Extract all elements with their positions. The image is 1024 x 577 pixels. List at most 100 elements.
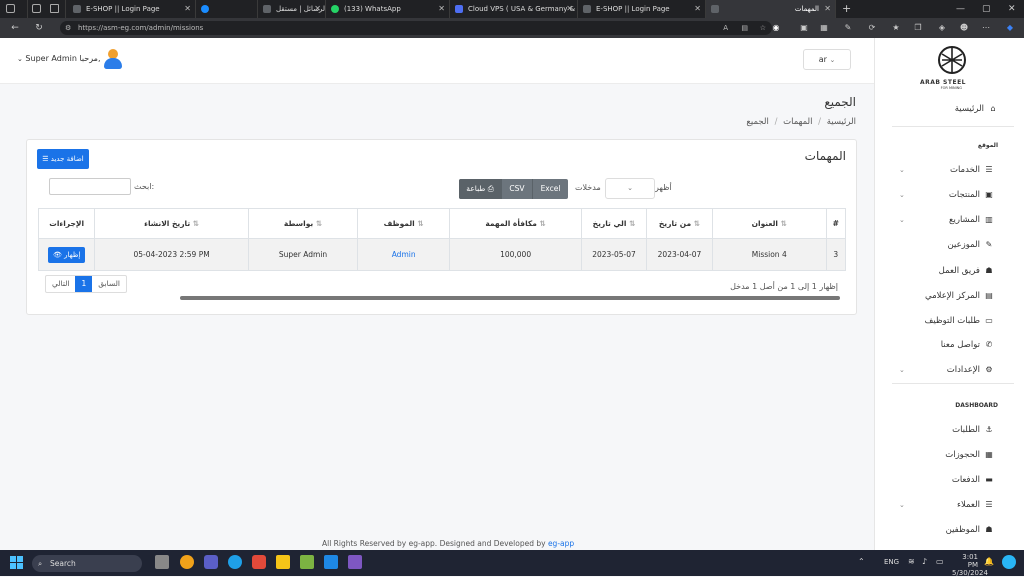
volume-icon[interactable]: ♪ bbox=[922, 557, 927, 566]
maximize-icon[interactable]: ▢ bbox=[982, 0, 991, 18]
tab-actions[interactable] bbox=[28, 0, 66, 18]
pagination-prev[interactable]: السابق bbox=[92, 276, 126, 292]
chevron-down-icon[interactable]: ⌄ bbox=[899, 191, 905, 199]
sidebar-item-staff[interactable]: ☗ الموظفين bbox=[946, 525, 994, 535]
collections-icon[interactable]: ❐ bbox=[912, 22, 924, 34]
footer-link[interactable]: eg-app bbox=[548, 539, 574, 548]
read-aloud-icon[interactable]: A bbox=[723, 21, 728, 35]
clock[interactable]: 3:01 PM 5/30/2024 bbox=[952, 553, 988, 577]
column-header-by[interactable]: ⇅ بواسطة bbox=[247, 208, 359, 239]
favorite-star-icon[interactable]: ☆ bbox=[760, 21, 766, 35]
browser-menu[interactable] bbox=[0, 0, 28, 18]
chevron-down-icon[interactable]: ⌄ bbox=[899, 501, 905, 509]
favorites-icon[interactable]: ★ bbox=[890, 22, 902, 34]
address-bar[interactable]: ⚙ https://asm-eg.com/admin/missions A ▤ … bbox=[60, 21, 772, 35]
csv-button[interactable]: CSV bbox=[501, 179, 533, 199]
pagination-next[interactable]: التالي bbox=[46, 276, 75, 292]
column-header-created[interactable]: ⇅ تاريخ الانشاء bbox=[94, 208, 249, 239]
vscode-icon[interactable] bbox=[324, 555, 338, 569]
app-icon[interactable] bbox=[180, 555, 194, 569]
tray-overflow-icon[interactable]: ⌃ bbox=[858, 557, 865, 566]
profile-icon[interactable]: ☻ bbox=[958, 22, 970, 34]
add-new-button[interactable]: ☰ اضافة جديد bbox=[37, 149, 89, 169]
extension-icon[interactable]: ✎ bbox=[842, 22, 854, 34]
tab-unnamed[interactable] bbox=[196, 0, 258, 18]
cell-employee-link[interactable]: Admin bbox=[357, 238, 451, 271]
chevron-down-icon[interactable]: ⌄ bbox=[899, 366, 905, 374]
copilot-icon[interactable]: ◈ bbox=[936, 22, 948, 34]
breadcrumb-home[interactable]: الرئيسية bbox=[827, 117, 856, 127]
language-indicator[interactable]: ENG bbox=[884, 558, 899, 566]
sidebar-item-media[interactable]: ▤ المركز الإعلامي bbox=[925, 291, 994, 301]
site-info-icon[interactable]: ⚙ bbox=[65, 21, 71, 35]
avatar[interactable] bbox=[104, 49, 122, 69]
file-explorer-icon[interactable] bbox=[276, 555, 290, 569]
tab-missions[interactable]: المهمات ✕ bbox=[706, 0, 836, 18]
tab-mostaql[interactable]: الرسائل | مستقل ✕ bbox=[258, 0, 326, 18]
back-icon[interactable]: ← bbox=[8, 21, 22, 35]
visual-studio-icon[interactable] bbox=[348, 555, 362, 569]
language-select[interactable]: ar ⌄ bbox=[803, 49, 851, 70]
print-button[interactable]: طباعة ⎙ bbox=[459, 179, 501, 199]
sidebar-item-distributors[interactable]: ✎ الموزعين bbox=[948, 240, 994, 250]
extension-icon[interactable]: ▦ bbox=[818, 22, 830, 34]
chevron-down-icon[interactable]: ⌄ bbox=[899, 166, 905, 174]
chevron-down-icon[interactable]: ⌄ bbox=[899, 216, 905, 224]
notifications-icon[interactable]: 🔔 bbox=[984, 557, 994, 566]
breadcrumb-missions[interactable]: المهمات bbox=[783, 117, 812, 127]
sidebar-item-products[interactable]: ▣ المنتجات bbox=[949, 190, 994, 200]
edge-icon[interactable] bbox=[228, 555, 242, 569]
close-tab-icon[interactable]: ✕ bbox=[438, 0, 445, 18]
close-tab-icon[interactable]: ✕ bbox=[566, 0, 573, 18]
sidebar-item-jobs[interactable]: ▭ طلبات التوظيف bbox=[925, 316, 994, 326]
show-button[interactable]: إظهار 👁 bbox=[47, 246, 86, 263]
app-icon[interactable] bbox=[300, 555, 314, 569]
user-menu[interactable]: ⌄ Super Admin مرحبا, bbox=[17, 54, 101, 63]
excel-button[interactable]: Excel bbox=[533, 179, 568, 199]
close-tab-icon[interactable]: ✕ bbox=[314, 0, 321, 18]
tab-whatsapp[interactable]: (133) WhatsApp ✕ bbox=[326, 0, 450, 18]
column-header-title[interactable]: ⇅ العنوان bbox=[711, 208, 827, 239]
teams-icon[interactable] bbox=[204, 555, 218, 569]
copilot-sidebar-icon[interactable]: ◆ bbox=[1004, 22, 1016, 34]
sidebar-item-payments[interactable]: ▬ الدفعات bbox=[952, 475, 994, 485]
pagination-page-1[interactable]: 1 bbox=[75, 276, 93, 292]
copilot-icon[interactable] bbox=[1002, 555, 1016, 569]
horizontal-scrollbar[interactable] bbox=[180, 296, 840, 300]
minimize-icon[interactable]: — bbox=[956, 0, 965, 18]
sidebar-item-orders[interactable]: ⚓ الطلبات bbox=[952, 425, 994, 435]
sidebar-item-contact[interactable]: ✆ تواصل معنا bbox=[941, 340, 994, 350]
sidebar-item-projects[interactable]: ▥ المشاريع bbox=[949, 215, 994, 225]
column-header-employee[interactable]: ⇅ الموظف bbox=[357, 208, 451, 239]
tab-eshop-login-2[interactable]: E-SHOP || Login Page ✕ bbox=[578, 0, 706, 18]
close-tab-icon[interactable]: ✕ bbox=[184, 0, 191, 18]
new-tab-icon[interactable]: + bbox=[842, 0, 851, 17]
sidebar-item-clients[interactable]: ☰ العملاء bbox=[957, 500, 994, 510]
wifi-icon[interactable]: ≋ bbox=[908, 557, 915, 566]
column-header-id[interactable]: # bbox=[825, 208, 847, 239]
sidebar-item-settings[interactable]: ⚙ الإعدادات bbox=[947, 365, 994, 375]
sidebar-item-services[interactable]: ☰ الخدمات bbox=[950, 165, 994, 175]
close-window-icon[interactable]: ✕ bbox=[1008, 0, 1016, 18]
column-header-reward[interactable]: ⇅ مكافأة المهمة bbox=[449, 208, 583, 239]
task-view-icon[interactable] bbox=[155, 555, 169, 569]
extension-icon[interactable]: ▣ bbox=[798, 22, 810, 34]
more-menu-icon[interactable]: ⋯ bbox=[980, 22, 992, 34]
entries-select[interactable]: ⌄ bbox=[605, 178, 655, 199]
close-tab-icon[interactable]: ✕ bbox=[824, 0, 831, 18]
sidebar-item-team[interactable]: ☗ فريق العمل bbox=[939, 266, 994, 276]
reload-icon[interactable]: ↻ bbox=[32, 21, 46, 35]
immersive-reader-icon[interactable]: ▤ bbox=[741, 21, 748, 35]
extension-icon[interactable]: ◉ bbox=[770, 22, 782, 34]
calendar-icon[interactable] bbox=[252, 555, 266, 569]
taskbar-search[interactable]: ⌕ Search bbox=[32, 555, 142, 572]
split-screen-icon[interactable]: ⟳ bbox=[866, 22, 878, 34]
column-header-from-date[interactable]: ⇅ من تاريخ bbox=[645, 208, 713, 239]
sidebar-item-home[interactable]: ⌂ الرئيسية bbox=[955, 104, 998, 114]
search-input[interactable] bbox=[49, 178, 131, 195]
battery-icon[interactable]: ▭ bbox=[936, 557, 944, 566]
column-header-to-date[interactable]: ⇅ الي تاريخ bbox=[581, 208, 647, 239]
tab-eshop-login-1[interactable]: E-SHOP || Login Page ✕ bbox=[68, 0, 196, 18]
windows-start-icon[interactable] bbox=[10, 556, 24, 570]
sidebar-item-bookings[interactable]: ▦ الحجوزات bbox=[945, 450, 994, 460]
